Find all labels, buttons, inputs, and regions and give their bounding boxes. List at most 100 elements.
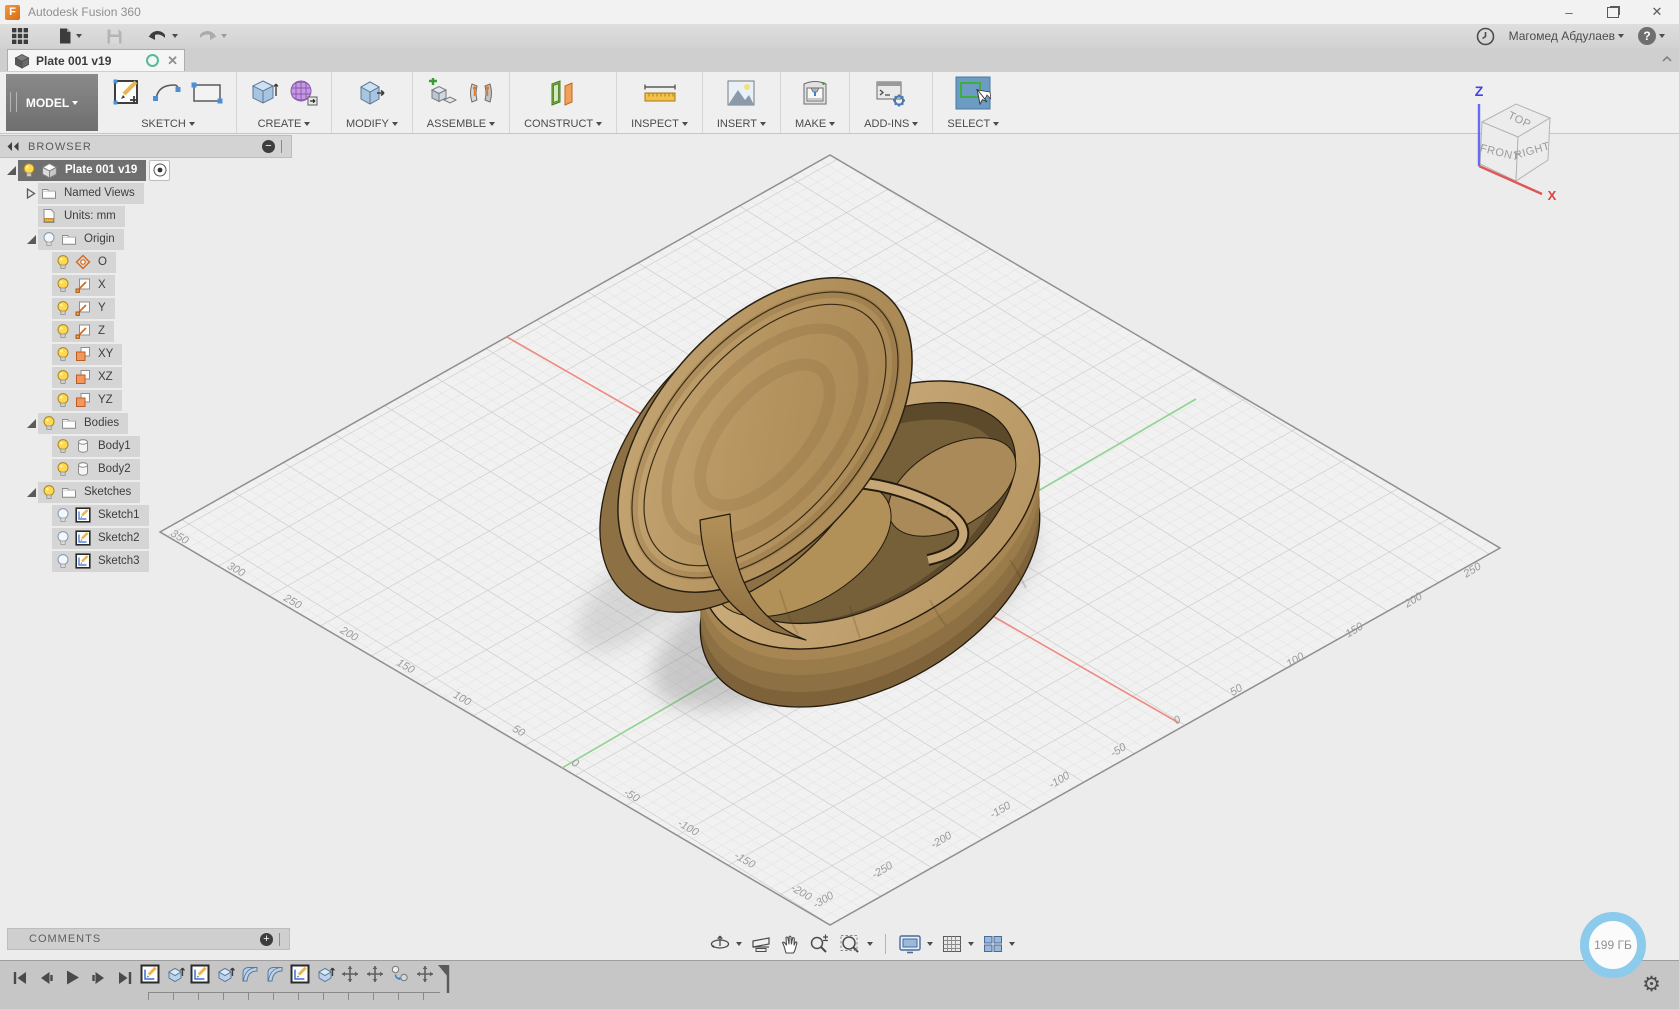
- visibility-bulb-on-icon[interactable]: [41, 484, 57, 500]
- collapse-chevron-icon[interactable]: [1661, 53, 1673, 65]
- storage-badge[interactable]: 199 ГБ: [1580, 912, 1646, 978]
- zoom-button[interactable]: [807, 932, 831, 956]
- ribbon-menu-create[interactable]: CREATE: [256, 117, 313, 131]
- make-3dprint-button[interactable]: [799, 78, 831, 111]
- user-menu[interactable]: Магомед Абдулаев: [1509, 29, 1624, 43]
- workspace-selector[interactable]: MODEL: [6, 74, 98, 131]
- comments-grip[interactable]: [279, 933, 282, 946]
- visibility-bulb-off-icon[interactable]: [41, 231, 57, 247]
- browser-row-named-views[interactable]: Named Views: [20, 182, 292, 204]
- select-button[interactable]: [955, 76, 991, 113]
- undo-button[interactable]: [142, 25, 183, 47]
- browser-header[interactable]: BROWSER −: [0, 135, 292, 158]
- tab-close-icon[interactable]: ✕: [167, 53, 178, 69]
- visibility-bulb-on-icon[interactable]: [55, 254, 71, 270]
- new-component-button[interactable]: [426, 78, 458, 111]
- browser-grip[interactable]: [281, 140, 285, 153]
- comment-add-icon[interactable]: +: [260, 933, 273, 946]
- visibility-bulb-on-icon[interactable]: [55, 300, 71, 316]
- browser-row-units[interactable]: Units: mm: [20, 205, 292, 227]
- visibility-bulb-on-icon[interactable]: [41, 415, 57, 431]
- document-tab[interactable]: Plate 001 v19 ✕: [7, 49, 185, 71]
- timeline-feature-move[interactable]: [415, 964, 435, 984]
- viewports-button[interactable]: [981, 933, 1016, 955]
- browser-collapse-icon[interactable]: [6, 141, 20, 152]
- browser-row-yz-plane[interactable]: YZ: [52, 389, 292, 411]
- play-button[interactable]: [64, 969, 81, 989]
- restore-button[interactable]: [1591, 0, 1635, 24]
- job-status-clock-icon[interactable]: [1476, 27, 1495, 46]
- ribbon-menu-construct[interactable]: CONSTRUCT: [522, 117, 604, 131]
- visibility-bulb-on-icon[interactable]: [55, 277, 71, 293]
- timeline-feature-move[interactable]: [365, 964, 385, 984]
- browser-remove-icon[interactable]: −: [262, 140, 275, 153]
- visibility-bulb-on-icon[interactable]: [55, 346, 71, 362]
- browser-row-sketch2[interactable]: Sketch2: [52, 527, 292, 549]
- browser-row-x-axis[interactable]: X: [52, 274, 292, 296]
- timeline-scale[interactable]: [148, 992, 440, 1000]
- timeline-feature-move[interactable]: [340, 964, 360, 984]
- visibility-bulb-on-icon[interactable]: [21, 162, 37, 178]
- visibility-bulb-on-icon[interactable]: [55, 369, 71, 385]
- create-box-button[interactable]: [249, 78, 279, 111]
- look-at-button[interactable]: [749, 933, 773, 955]
- comments-bar[interactable]: COMMENTS +: [7, 928, 290, 950]
- insert-image-button[interactable]: [725, 78, 757, 111]
- timeline-marker[interactable]: [436, 963, 452, 995]
- ribbon-menu-make[interactable]: MAKE: [793, 117, 837, 131]
- visibility-bulb-on-icon[interactable]: [55, 438, 71, 454]
- measure-button[interactable]: [641, 79, 679, 110]
- scripts-addins-button[interactable]: [874, 78, 908, 111]
- ribbon-menu-assemble[interactable]: ASSEMBLE: [425, 117, 497, 131]
- press-pull-button[interactable]: [357, 78, 387, 111]
- browser-row-sketch3[interactable]: Sketch3: [52, 550, 292, 572]
- browser-row-origin-point[interactable]: O: [52, 251, 292, 273]
- visibility-bulb-off-icon[interactable]: [55, 507, 71, 523]
- file-menu-button[interactable]: [52, 25, 87, 47]
- timeline-feature-extrude[interactable]: [165, 964, 185, 984]
- step-forward-button[interactable]: [91, 970, 107, 989]
- close-button[interactable]: ✕: [1635, 0, 1679, 24]
- create-sketch-button[interactable]: [112, 78, 142, 111]
- browser-row-sketch1[interactable]: Sketch1: [52, 504, 292, 526]
- display-settings-button[interactable]: [897, 933, 934, 955]
- expander-open-icon[interactable]: [24, 234, 38, 245]
- browser-row-root[interactable]: Plate 001 v19: [0, 159, 292, 181]
- active-component-radio[interactable]: [149, 160, 170, 181]
- ribbon-menu-sketch[interactable]: SKETCH: [139, 117, 197, 131]
- timeline-feature-align[interactable]: [390, 964, 410, 984]
- help-menu[interactable]: ?: [1638, 27, 1665, 45]
- ribbon-menu-insert[interactable]: INSERT: [715, 117, 768, 131]
- view-cube[interactable]: TOP FRONT RIGHT Z X: [1462, 82, 1572, 202]
- sketch-arc-button[interactable]: [150, 79, 182, 110]
- visibility-bulb-off-icon[interactable]: [55, 553, 71, 569]
- browser-row-y-axis[interactable]: Y: [52, 297, 292, 319]
- pan-button[interactable]: [779, 932, 801, 956]
- fit-button[interactable]: [837, 932, 874, 956]
- browser-row-sketches[interactable]: Sketches: [20, 481, 292, 503]
- expander-open-icon[interactable]: [24, 487, 38, 498]
- expander-open-icon[interactable]: [4, 165, 18, 176]
- browser-row-bodies[interactable]: Bodies: [20, 412, 292, 434]
- go-to-end-button[interactable]: [117, 970, 133, 989]
- visibility-bulb-on-icon[interactable]: [55, 323, 71, 339]
- timeline-feature-sketch[interactable]: [290, 964, 310, 984]
- step-back-button[interactable]: [38, 970, 54, 989]
- ribbon-menu-addins[interactable]: ADD-INS: [862, 117, 920, 131]
- browser-row-origin[interactable]: Origin: [20, 228, 292, 250]
- ribbon-menu-modify[interactable]: MODIFY: [344, 117, 400, 131]
- visibility-bulb-off-icon[interactable]: [55, 530, 71, 546]
- sketch-rectangle-button[interactable]: [190, 80, 224, 109]
- redo-button[interactable]: [191, 25, 232, 47]
- timeline-feature-sketch[interactable]: [140, 964, 160, 984]
- app-menu-button[interactable]: [6, 25, 34, 47]
- construct-plane-button[interactable]: [546, 78, 580, 111]
- expander-open-icon[interactable]: [24, 418, 38, 429]
- go-to-start-button[interactable]: [12, 970, 28, 989]
- joint-button[interactable]: [466, 78, 496, 111]
- save-button[interactable]: [101, 25, 128, 47]
- orbit-button[interactable]: [708, 932, 743, 956]
- minimize-button[interactable]: –: [1547, 0, 1591, 24]
- timeline-feature-extrude[interactable]: [215, 964, 235, 984]
- browser-row-body1[interactable]: Body1: [52, 435, 292, 457]
